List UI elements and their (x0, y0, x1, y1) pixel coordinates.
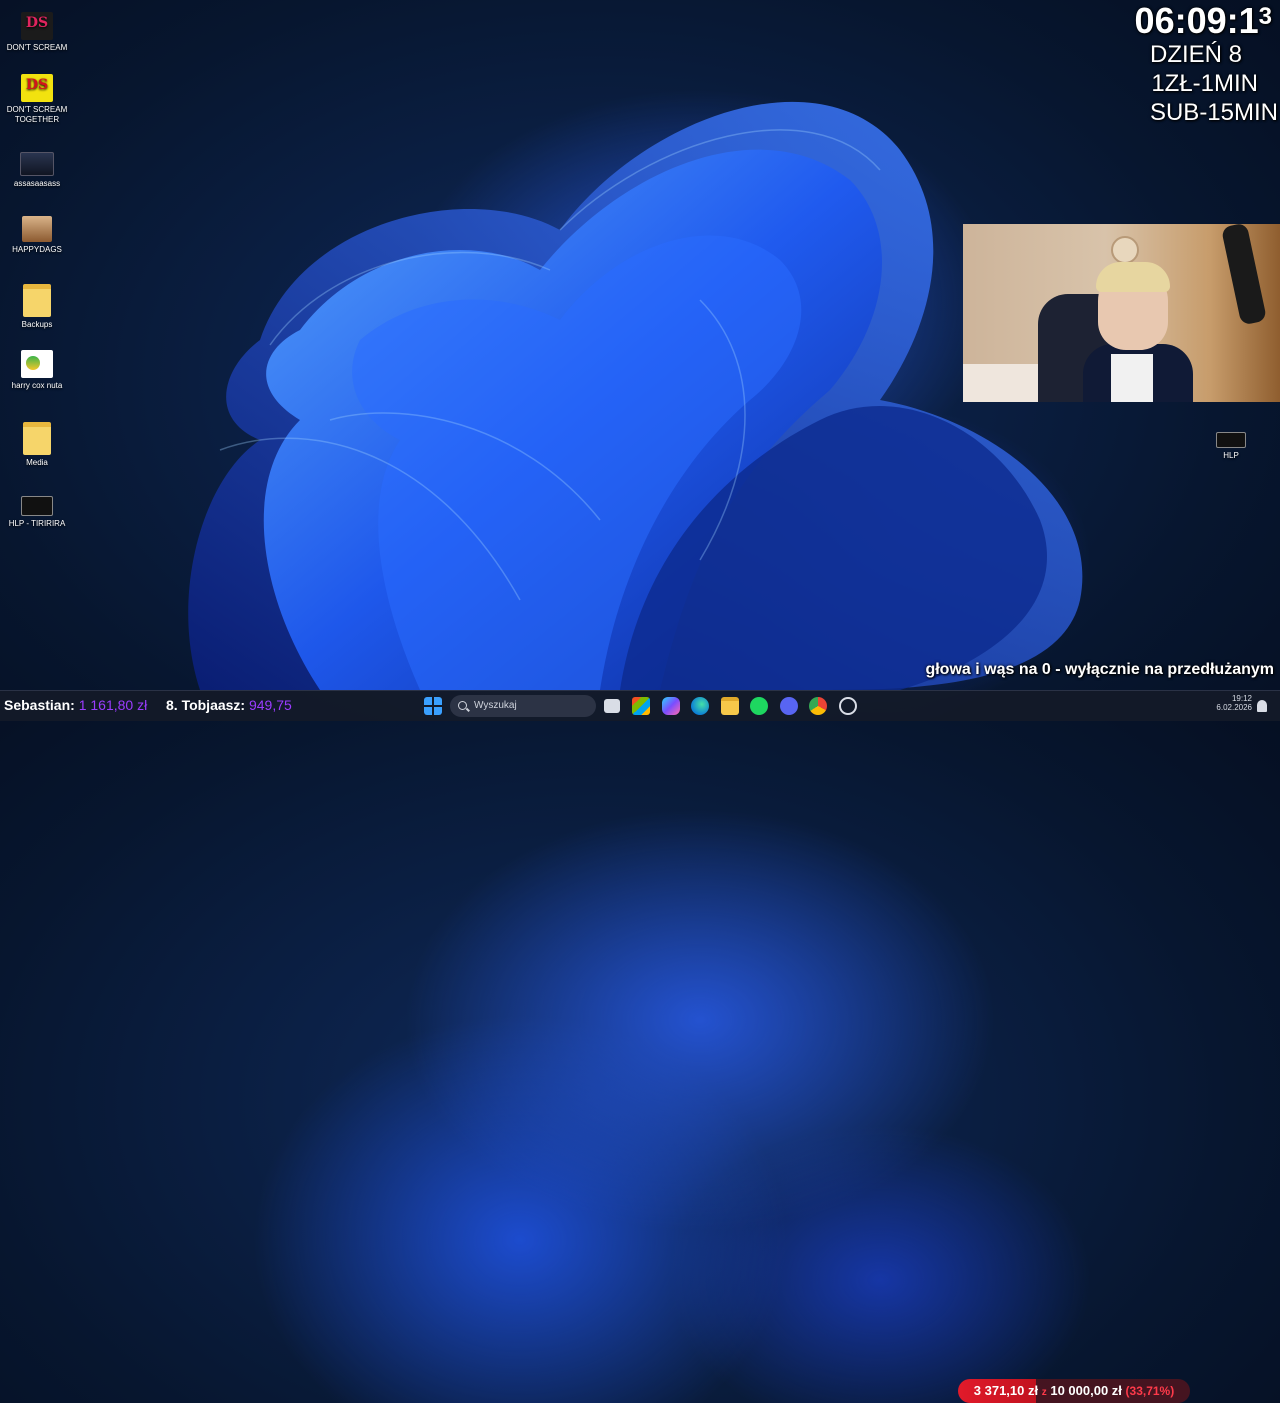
clock-time: 06:09:1 (1134, 0, 1259, 41)
notifications-bell-icon[interactable] (1257, 700, 1267, 712)
system-clock[interactable]: 19:12 6.02.2026 (1206, 694, 1252, 712)
desktop-icon-happydags[interactable]: HAPPYDAGS (0, 216, 74, 255)
streamer-hair (1096, 262, 1170, 292)
donor-rank: 8. Tobjaasz: 949,75 (166, 697, 292, 713)
bed-background (963, 364, 1038, 402)
goal-separator: z (1041, 1387, 1047, 1398)
file-explorer-icon[interactable] (721, 697, 739, 715)
folder-icon (23, 422, 51, 455)
top-donor: Sebastian: 1 161,80 zł (4, 697, 147, 713)
task-view-icon[interactable] (604, 699, 620, 713)
desktop-icon-harry-cox-nuta[interactable]: harry cox nuta (0, 350, 74, 391)
desktop-icon-hlp[interactable]: HLP (1194, 432, 1268, 461)
spotify-icon[interactable] (750, 697, 768, 715)
edge-icon[interactable] (691, 697, 709, 715)
desktop-icon-label: DON'T SCREAM (6, 43, 68, 52)
dont-scream-app-icon (21, 12, 53, 40)
desktop-icon-label: harry cox nuta (11, 381, 63, 390)
copilot-icon[interactable] (662, 697, 680, 715)
app-settings-icon[interactable] (839, 697, 857, 715)
stream-timer-overlay: 06:09:13 DZIEŃ 8 1ZŁ-1MIN SUB-15MIN (1135, 2, 1280, 127)
goal-target: 10 000,00 zł (1050, 1383, 1122, 1398)
desktop-icon-label: HLP - TIRIRIRA (8, 519, 66, 528)
donation-goal-bar: 3 371,10 zł z 10 000,00 zł (33,71%) (958, 1379, 1190, 1403)
dont-scream-together-app-icon (21, 74, 53, 102)
desktop-icon-label: HAPPYDAGS (12, 245, 62, 254)
desktop-icon-label: Media (26, 458, 48, 467)
goal-percent: (33,71%) (1125, 1384, 1175, 1398)
taskbar: Sebastian: 1 161,80 zł 8. Tobjaasz: 949,… (0, 690, 1280, 1403)
desktop-icon-assasaasass[interactable]: assasaasass (0, 152, 74, 189)
desktop-icon-hlp-tiririra[interactable]: HLP - TIRIRIRA (0, 496, 74, 529)
desktop-icon-backups[interactable]: Backups (0, 284, 74, 330)
desktop-icon-media[interactable]: Media (0, 422, 74, 468)
stream-clock: 06:09:13 (1135, 2, 1280, 40)
store-icon[interactable] (632, 697, 650, 715)
desktop-icon-label: assasaasass (13, 179, 61, 188)
folder-icon (23, 284, 51, 317)
donor-rank-label: 8. Tobjaasz: (166, 697, 246, 713)
photo-thumbnail-icon (22, 216, 52, 242)
windows-start-icon[interactable] (424, 697, 442, 715)
chrome-icon[interactable] (809, 697, 827, 715)
terminal-thumbnail-icon (1216, 432, 1246, 448)
tray-time: 19:12 (1231, 694, 1252, 703)
ticker-message: głowa i wąs na 0 - wyłącznie na przedłuż… (925, 661, 1274, 678)
taskbar-search[interactable]: Wyszukaj (450, 695, 596, 717)
terminal-thumbnail-icon (21, 496, 53, 516)
t-shirt (1111, 354, 1153, 402)
microphone-arm (1220, 224, 1268, 326)
top-donor-name: Sebastian: (4, 697, 75, 713)
search-icon (458, 701, 467, 710)
wall-clock (1111, 236, 1139, 264)
sub-rate: SUB-15MIN (1149, 99, 1278, 126)
top-donor-amount: 1 161,80 zł (78, 697, 148, 713)
tray-date: 6.02.2026 (1216, 703, 1252, 712)
desktop-icon-label: HLP (1223, 451, 1239, 460)
search-placeholder: Wyszukaj (474, 700, 517, 711)
desktop-icon-dont-scream[interactable]: DON'T SCREAM (0, 12, 74, 53)
discord-icon[interactable] (780, 697, 798, 715)
webcam-feed (963, 224, 1280, 402)
desktop-icon-label: DON'T SCREAM TOGETHER (6, 105, 68, 124)
donor-rank-amount: 949,75 (248, 697, 292, 713)
day-counter: DZIEŃ 8 (1149, 41, 1242, 68)
image-thumbnail-icon (20, 152, 54, 176)
desktop-icon-label: Backups (21, 320, 53, 329)
audio-file-icon (21, 350, 53, 378)
money-rate: 1ZŁ-1MIN (1151, 70, 1258, 97)
goal-current: 3 371,10 zł (973, 1383, 1039, 1398)
clock-last-digit: 3 (1258, 3, 1272, 30)
desktop-icon-dont-scream-together[interactable]: DON'T SCREAM TOGETHER (0, 74, 74, 125)
